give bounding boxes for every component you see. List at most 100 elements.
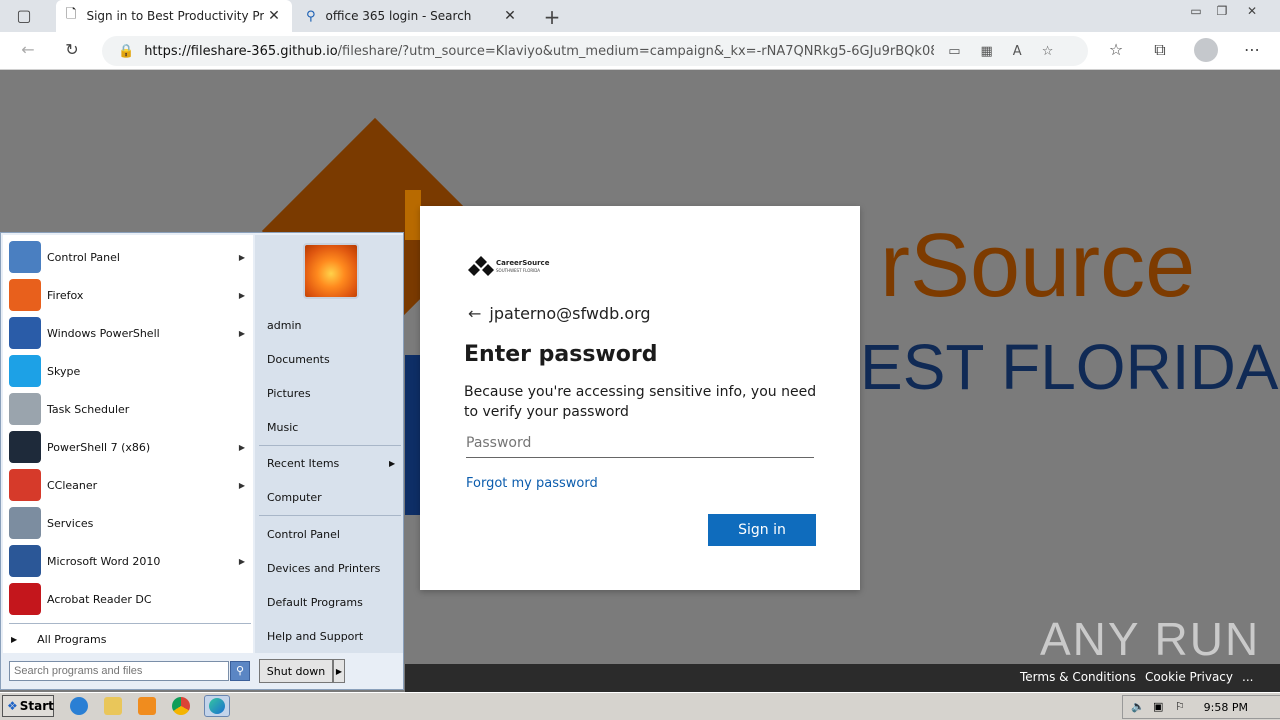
firefox-icon — [9, 279, 41, 311]
start-menu-item[interactable]: Control Panel ▶ — [9, 239, 253, 275]
edge-taskbar-button[interactable] — [204, 695, 230, 717]
start-menu-place-item[interactable]: Computer — [267, 491, 322, 504]
search-icon[interactable]: ⚲ — [230, 661, 250, 681]
cast-icon[interactable]: ▭ — [948, 44, 960, 59]
password-description: Because you're accessing sensitive info,… — [464, 384, 817, 420]
close-tab-icon[interactable]: ✕ — [264, 8, 284, 24]
control-panel-icon — [9, 241, 41, 273]
read-aloud-icon[interactable]: A — [1013, 44, 1022, 59]
logo-text: CareerSource — [496, 259, 550, 267]
background-brand-text: rSource — [880, 216, 1196, 316]
file-explorer-icon[interactable] — [104, 697, 122, 715]
powershell7-icon — [9, 431, 41, 463]
acrobat-icon — [9, 583, 41, 615]
url-field[interactable]: 🔒 https://fileshare-365.github.io/filesh… — [102, 36, 1088, 66]
start-menu-item-label: CCleaner — [47, 478, 98, 492]
user-avatar-picture[interactable] — [303, 243, 359, 299]
refresh-icon[interactable]: ↻ — [60, 40, 84, 59]
tab-title: Sign in to Best Productivity Pro — [86, 9, 264, 23]
start-menu-item[interactable]: PowerShell 7 (x86) ▶ — [9, 429, 253, 465]
more-menu-icon[interactable]: ⋯ — [1240, 40, 1264, 59]
submenu-arrow-icon: ▶ — [389, 459, 396, 468]
tab-search[interactable]: ⚲ office 365 login - Search ✕ — [296, 0, 528, 32]
tab-title: office 365 login - Search — [325, 9, 472, 23]
network-icon[interactable]: ▣ — [1153, 700, 1163, 713]
terms-link[interactable]: Terms & Conditions — [1020, 670, 1136, 684]
start-menu-item[interactable]: Microsoft Word 2010 ▶ — [9, 543, 253, 579]
start-menu-item-label: PowerShell 7 (x86) — [47, 440, 151, 454]
start-menu-place-item[interactable]: admin — [267, 319, 301, 332]
submenu-arrow-icon: ▶ — [238, 328, 245, 338]
favorites-icon[interactable]: ☆ — [1104, 40, 1128, 59]
submenu-arrow-icon: ▶ — [238, 290, 245, 300]
action-center-flag-icon[interactable]: ⚐ — [1175, 700, 1185, 713]
start-menu: ▶ All Programs ⚲ Shut down ▶ Control Pan… — [0, 232, 404, 690]
start-menu-item[interactable]: Windows PowerShell ▶ — [9, 315, 253, 351]
internet-explorer-icon[interactable] — [70, 697, 88, 715]
sign-in-button[interactable]: Sign in — [708, 514, 816, 546]
start-menu-item[interactable]: Skype — [9, 353, 253, 389]
shut-down-button[interactable]: Shut down — [259, 659, 333, 683]
collections-icon[interactable]: ⧉ — [1148, 40, 1172, 60]
start-menu-item[interactable]: Firefox ▶ — [9, 277, 253, 313]
page-title: Enter password — [464, 342, 658, 367]
start-menu-item-label: Windows PowerShell — [47, 326, 160, 340]
start-menu-place-item[interactable]: Control Panel — [267, 528, 340, 541]
start-menu-item[interactable]: Services — [9, 505, 253, 541]
powershell-icon — [9, 317, 41, 349]
taskbar: ❖ Start 🔈 ▣ ⚐ 9:58 PM — [0, 692, 1280, 720]
apps-icon[interactable]: ▦ — [980, 44, 992, 59]
skype-icon — [9, 355, 41, 387]
logo-subtext: SOUTHWEST FLORIDA — [496, 268, 541, 273]
start-menu-place-item[interactable]: Help and Support — [267, 630, 363, 643]
back-arrow-icon[interactable]: ← — [468, 304, 481, 323]
media-player-icon[interactable] — [138, 697, 156, 715]
separator — [259, 515, 401, 516]
start-menu-place-item[interactable]: Devices and Printers — [267, 562, 380, 575]
start-menu-item-label: Skype — [47, 364, 81, 378]
start-menu-place-item[interactable]: Documents — [267, 353, 330, 366]
chrome-icon[interactable] — [172, 697, 190, 715]
start-search-input[interactable] — [9, 661, 229, 681]
password-input[interactable] — [466, 428, 814, 458]
tab-sign-in[interactable]: 🗋 Sign in to Best Productivity Pro ✕ — [56, 0, 292, 32]
start-menu-place-item[interactable]: Default Programs — [267, 596, 363, 609]
search-icon: ⚲ — [306, 8, 316, 24]
lock-icon: 🔒 — [118, 43, 135, 59]
start-menu-item-label: Control Panel — [47, 250, 120, 264]
volume-icon[interactable]: 🔈 — [1131, 700, 1145, 713]
anyrun-watermark: ANY RUN — [1040, 613, 1261, 665]
profile-avatar[interactable] — [1194, 38, 1218, 62]
minimize-icon[interactable]: ▭ — [1184, 4, 1208, 18]
url-host: https://fileshare-365.github.io — [144, 43, 338, 59]
cookie-privacy-link[interactable]: Cookie Privacy — [1145, 670, 1233, 684]
separator — [259, 445, 401, 446]
careersource-logo: CareerSource SOUTHWEST FLORIDA — [468, 252, 550, 282]
start-button[interactable]: ❖ Start — [2, 695, 54, 717]
clock: 9:58 PM — [1203, 701, 1248, 714]
start-menu-item[interactable]: CCleaner ▶ — [9, 467, 253, 503]
new-tab-icon[interactable]: + — [540, 5, 564, 29]
word-icon — [9, 545, 41, 577]
start-menu-item[interactable]: Task Scheduler — [9, 391, 253, 427]
restore-icon[interactable]: ❐ — [1210, 4, 1234, 18]
footer-more-link[interactable]: ... — [1242, 670, 1253, 684]
start-label: Start — [19, 699, 54, 713]
back-icon[interactable]: ← — [16, 40, 40, 59]
close-tab-icon[interactable]: ✕ — [500, 8, 520, 24]
account-email: jpaterno@sfwdb.org — [489, 304, 651, 323]
tab-actions-icon[interactable]: ▢ — [12, 6, 36, 25]
forgot-password-link[interactable]: Forgot my password — [466, 476, 598, 491]
close-window-icon[interactable]: ✕ — [1240, 4, 1264, 18]
start-menu-item[interactable]: Acrobat Reader DC — [9, 581, 253, 617]
back-to-email[interactable]: ← jpaterno@sfwdb.org — [468, 304, 651, 323]
add-favorite-icon[interactable]: ☆ — [1042, 44, 1054, 59]
start-menu-item-label: Microsoft Word 2010 — [47, 554, 161, 568]
shut-down-options-icon[interactable]: ▶ — [333, 659, 345, 683]
all-programs-item[interactable]: ▶ All Programs — [11, 629, 255, 649]
browser-tab-bar: ▢ 🗋 Sign in to Best Productivity Pro ✕ ⚲… — [0, 0, 1280, 32]
start-menu-place-item[interactable]: Music — [267, 421, 298, 434]
address-bar-row: ← ↻ 🔒 https://fileshare-365.github.io/fi… — [0, 32, 1280, 70]
start-menu-place-item[interactable]: Pictures — [267, 387, 311, 400]
start-menu-place-item[interactable]: Recent Items — [267, 457, 339, 470]
